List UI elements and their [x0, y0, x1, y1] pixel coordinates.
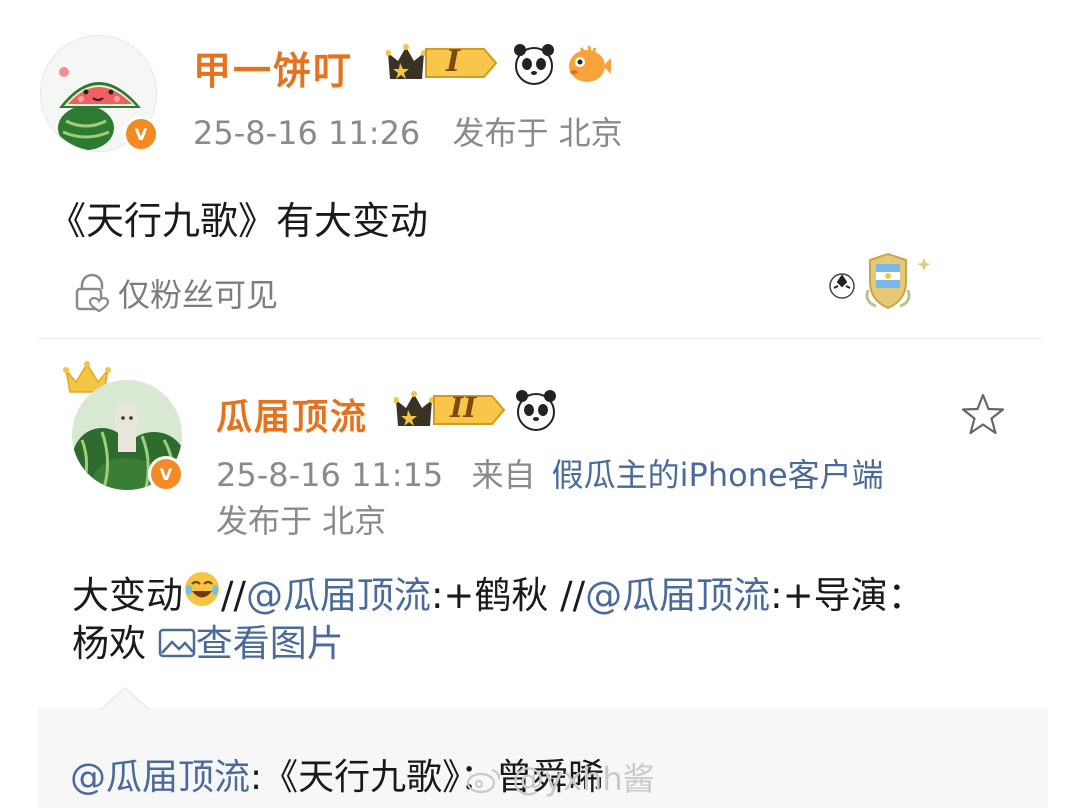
post-location: 发布于 北京: [452, 114, 623, 152]
crown-icon: [386, 44, 498, 79]
verified-badge-icon: V: [148, 456, 184, 492]
lock-heart-icon: [75, 273, 110, 313]
favorite-star-icon[interactable]: [960, 392, 1006, 442]
repost-username[interactable]: 瓜届顶流: [216, 388, 368, 440]
post-text: 《天行九歌》有大变动: [48, 199, 429, 243]
weibo-watermark: @yxhh酱: [466, 754, 655, 800]
divider: [38, 338, 1042, 339]
post-username[interactable]: 甲一饼叮: [193, 40, 353, 95]
source-prefix: 来自: [471, 456, 536, 494]
panda-icon: [512, 42, 556, 90]
view-image-label: 查看图片: [195, 622, 344, 665]
comment-mention-link[interactable]: @瓜届顶流: [70, 757, 250, 798]
avatar[interactable]: V: [40, 35, 159, 152]
verified-badge-icon: V: [123, 116, 159, 152]
repost-time: 25-8-16 11:15: [216, 456, 444, 494]
repost-text-part: :+导演：: [770, 574, 925, 617]
view-image-link[interactable]: 查看图片: [158, 622, 344, 665]
comment-pointer-icon: [100, 687, 150, 710]
visibility-label: 仅粉丝可见: [118, 276, 279, 314]
repost-text-part: //: [221, 574, 246, 617]
watermark-text: @yxhh酱: [512, 760, 655, 798]
repost-location: 发布于 北京: [216, 502, 387, 540]
source-client-link[interactable]: 假瓜主的iPhone客户端: [552, 456, 884, 494]
panda-icon: [514, 388, 558, 436]
post-time: 25-8-16 11:26: [193, 114, 421, 152]
mention-link[interactable]: @瓜届顶流: [585, 574, 770, 617]
repost-text-part: :+鹤秋 //: [430, 574, 586, 617]
repost-avatar[interactable]: V: [72, 380, 184, 492]
laugh-cry-emoji-icon: [183, 572, 221, 612]
repost-text-part: 大变动: [72, 574, 183, 617]
mention-link[interactable]: @瓜届顶流: [246, 574, 431, 617]
vip-crown-badge: I: [386, 42, 498, 82]
argentina-fan-medal-icon: [828, 250, 940, 318]
repost-text-part: 杨欢: [72, 622, 158, 665]
weibo-logo-icon: [466, 768, 501, 794]
repost-text: 大变动//@瓜届顶流:+鹤秋 //@瓜届顶流:+导演： 杨欢 查看图片: [72, 570, 1032, 668]
level-badge-text: II: [450, 391, 477, 424]
pufferfish-icon: [565, 42, 611, 90]
image-icon: [158, 628, 196, 658]
vip-crown-badge: II: [394, 389, 506, 429]
level-badge-text: I: [446, 44, 461, 79]
visibility-status: 仅粉丝可见: [72, 270, 278, 316]
